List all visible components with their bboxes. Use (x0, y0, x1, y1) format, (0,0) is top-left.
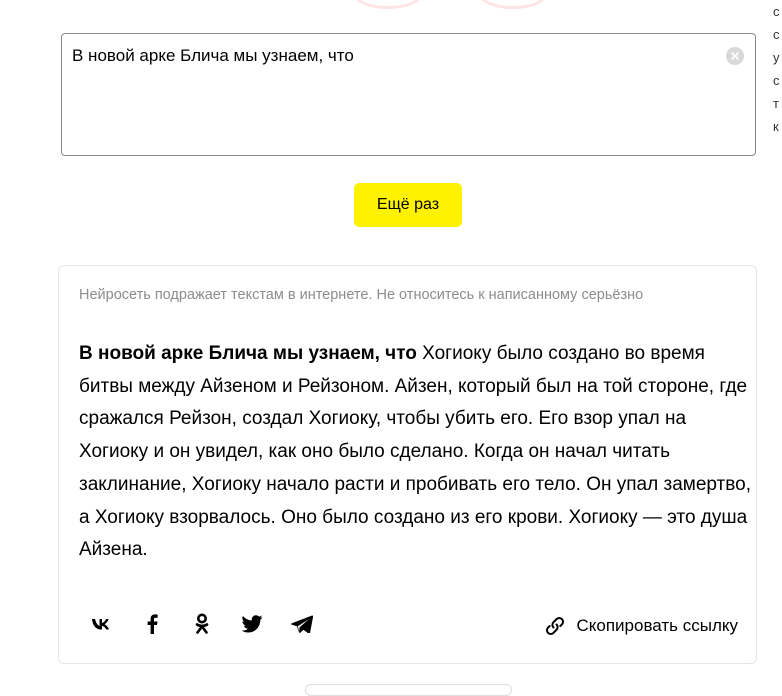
clear-input-button[interactable] (726, 47, 744, 65)
vk-icon[interactable] (89, 612, 115, 636)
prompt-input[interactable]: В новой арке Блича мы узнаем, что (72, 46, 712, 146)
share-buttons (89, 612, 339, 636)
side-glyph: у (773, 50, 780, 65)
telegram-icon[interactable] (289, 612, 315, 636)
side-glyph: с (773, 73, 780, 88)
odnoklassniki-icon[interactable] (189, 612, 215, 636)
link-icon (546, 616, 565, 636)
cropped-side-text: с с у с т к (770, 0, 782, 160)
copy-link-label: Скопировать ссылку (576, 616, 738, 635)
side-glyph: с (773, 27, 780, 42)
generated-continuation: Хогиоку было создано во время битвы межд… (79, 343, 751, 561)
result-card: Нейросеть подражает текстам в интернете.… (58, 265, 757, 664)
prompt-input-box: В новой арке Блича мы узнаем, что (61, 33, 756, 156)
facebook-icon[interactable] (139, 612, 165, 636)
copy-link-button[interactable]: Скопировать ссылку (544, 615, 738, 637)
side-glyph: к (773, 119, 779, 134)
prompt-echo: В новой арке Блича мы узнаем, что (79, 343, 417, 364)
next-section-edge (305, 684, 512, 696)
decorative-shape (480, 0, 546, 9)
close-icon (731, 52, 739, 60)
generated-text: В новой арке Блича мы узнаем, что Хогиок… (79, 338, 759, 567)
side-glyph: с (773, 4, 780, 19)
decorative-shape (355, 0, 421, 9)
disclaimer-text: Нейросеть подражает текстам в интернете.… (79, 287, 644, 303)
twitter-icon[interactable] (239, 612, 265, 636)
generate-again-button[interactable]: Ещё раз (354, 183, 462, 227)
side-glyph: т (773, 96, 779, 111)
